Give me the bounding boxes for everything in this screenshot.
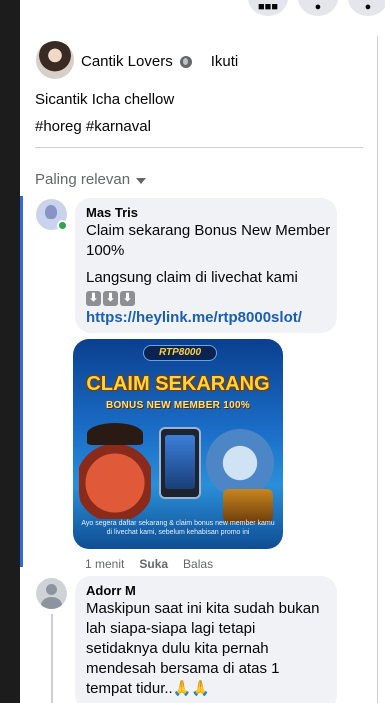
promo-footer-text: Ayo segera daftar sekarang & claim bonus… [81,520,275,536]
comment-text-line: Claim sekarang Bonus New Member [86,222,331,239]
commenter-name[interactable]: Mas Tris [86,205,138,220]
top-toolbar: ■■■ ● ● [0,0,385,20]
divider [35,147,363,148]
arrow-emoji-row: ⬇ ⬇ ⬇ [86,291,135,306]
comment-text-line: 100% [86,242,125,259]
follow-button[interactable]: Ikuti [211,53,239,70]
caret-down-icon [136,177,147,184]
reply-thread-line [51,614,53,703]
comment-text-line: lah siapa-siapa lagi tetapi [86,620,256,637]
panel-border [377,36,378,703]
comment-bubble: Adorr M Maskipun saat ini kita sudah buk… [75,576,337,703]
notifications-button[interactable]: ● [348,0,385,16]
comment-link[interactable]: https://heylink.me/rtp8000slot/ [86,309,302,326]
promo-title: CLAIM SEKARANG [86,373,270,395]
comment-text-line: Maskipun saat ini kita sudah bukan [86,600,320,617]
comment-actions: 1 menit Suka Balas [85,557,213,571]
menu-grid-button[interactable]: ■■■ [248,0,288,16]
bell-icon: ● [364,1,372,13]
down-arrow-icon: ⬇ [120,291,135,306]
phone-illustration [159,427,201,499]
reply-button[interactable]: Balas [183,557,213,571]
promo-subtitle: BONUS NEW MEMBER 100% [105,400,251,411]
grid-icon: ■■■ [258,1,278,13]
comment-image[interactable]: RTP8000 CLAIM SEKARANG BONUS NEW MEMBER … [73,339,283,549]
comment-text-line: mendesah bersama di atas 1 [86,660,280,677]
promo-logo: RTP8000 [143,345,217,361]
commenter-name[interactable]: Adorr M [86,583,136,598]
post-hashtags[interactable]: #horeg #karnaval [35,118,151,135]
shark-character-illustration [205,419,275,499]
messenger-button[interactable]: ● [298,0,338,16]
comment-text-line: Langsung claim di livechat kami [86,269,298,286]
down-arrow-icon: ⬇ [86,291,101,306]
globe-icon [179,55,192,68]
pirate-character-illustration [79,423,151,519]
post-header: Cantik Lovers Ikuti [81,53,238,70]
author-avatar[interactable] [36,41,74,79]
comment-text-line: tempat tidur..🙏🙏 [86,680,211,697]
treasure-chest-illustration [223,489,273,523]
messenger-icon: ● [314,1,322,13]
left-edge-strip [0,0,20,703]
sort-label: Paling relevan [35,171,131,188]
highlight-bar [20,196,23,567]
post-caption: Sicantik Icha chellow [35,91,175,108]
comment-text-line: setidaknya dulu kita pernah [86,640,269,657]
comment-sort-dropdown[interactable]: Paling relevan [35,171,147,188]
commenter-avatar[interactable] [36,578,67,609]
comment-bubble: Mas Tris Claim sekarang Bonus New Member… [75,198,337,333]
down-arrow-icon: ⬇ [103,291,118,306]
online-status-dot [57,220,68,231]
comment-time[interactable]: 1 menit [85,557,124,571]
author-name[interactable]: Cantik Lovers [81,53,173,70]
like-button[interactable]: Suka [139,557,168,571]
